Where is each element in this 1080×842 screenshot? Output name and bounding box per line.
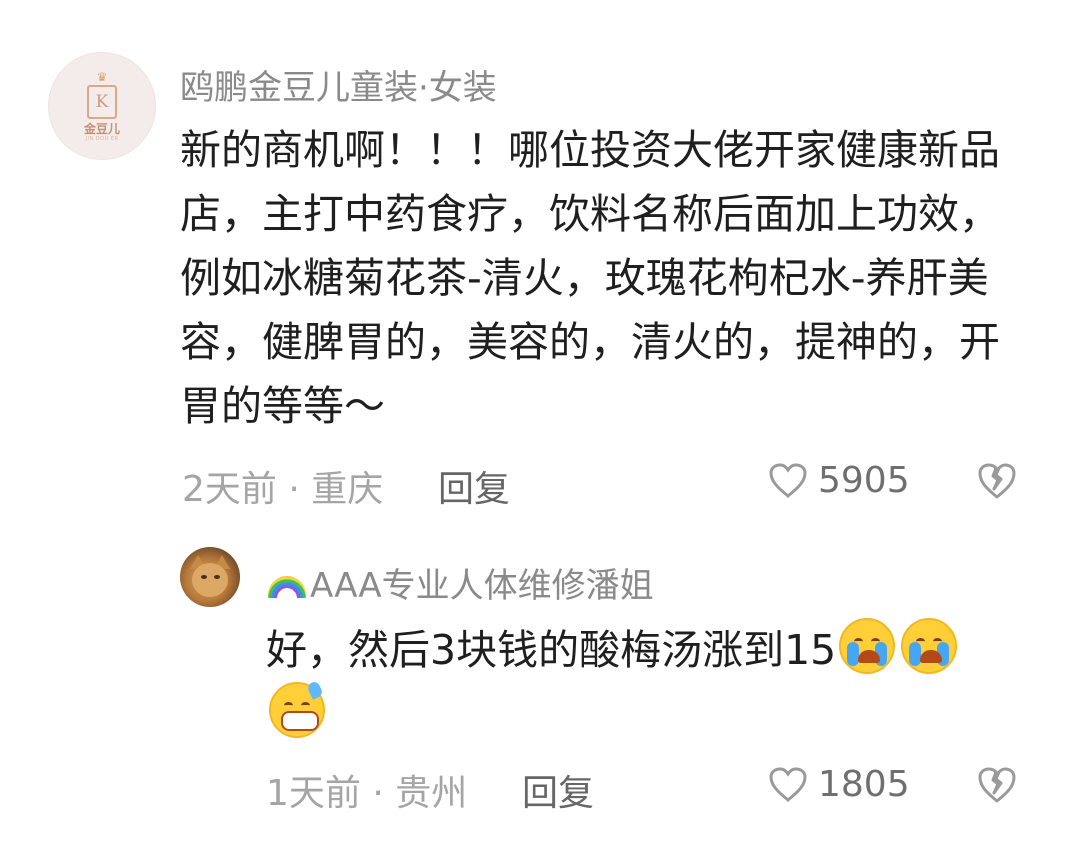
like-count: 5905 (818, 460, 910, 501)
reply-button[interactable]: 回复 (438, 460, 510, 512)
comment-meta: 2天前 · 重庆 (182, 469, 384, 510)
loudly-crying-face-emoji (839, 618, 896, 674)
comment-text-body: 好，然后3块钱的酸梅汤涨到15 (266, 626, 837, 674)
grinning-face-with-sweat-emoji (269, 680, 325, 738)
rainbow-emoji (268, 575, 306, 598)
like-button[interactable]: 5905 (768, 460, 910, 501)
comment-username[interactable]: 鸥鹏金豆儿童装·女装 (180, 60, 497, 109)
reply-button[interactable]: 回复 (522, 764, 594, 816)
crown-icon: ♛ (96, 69, 108, 84)
loudly-crying-face-emoji (901, 618, 958, 674)
like-button[interactable]: 1805 (768, 764, 910, 805)
like-count: 1805 (818, 764, 910, 805)
brand-tagline: JIN DOU ER (85, 135, 119, 142)
cat-face (192, 563, 228, 597)
heart-outline-icon (769, 766, 807, 802)
comment-text: 新的商机啊！！！哪位投资大佬开家健康新品店，主打中药食疗，饮料名称后面加上功效，… (180, 126, 1000, 430)
comment-meta: 1天前 · 贵州 (266, 773, 468, 814)
broken-heart-icon[interactable] (976, 462, 1018, 500)
avatar[interactable] (180, 547, 240, 607)
brand-name: 金豆儿 (83, 121, 120, 136)
cat-eye (201, 575, 207, 579)
brand-letter: K (87, 84, 117, 119)
comment-text: 好，然后3块钱的酸梅汤涨到15 (266, 618, 1026, 746)
heart-outline-icon (769, 462, 807, 498)
reply-comment-item: AAA专业人体维修潘姐 好，然后3块钱的酸梅汤涨到15 1天前 · 贵州 回复 … (0, 530, 1080, 842)
username-text: AAA专业人体维修潘姐 (310, 566, 654, 606)
comment-username[interactable]: AAA专业人体维修潘姐 (268, 558, 654, 607)
avatar[interactable]: ♛ K 金豆儿 JIN DOU ER (48, 52, 156, 160)
broken-heart-icon[interactable] (976, 766, 1018, 804)
comment-item: ♛ K 金豆儿 JIN DOU ER 鸥鹏金豆儿童装·女装 新的商机啊！！！哪位… (0, 0, 1080, 530)
cat-eye (214, 575, 220, 579)
